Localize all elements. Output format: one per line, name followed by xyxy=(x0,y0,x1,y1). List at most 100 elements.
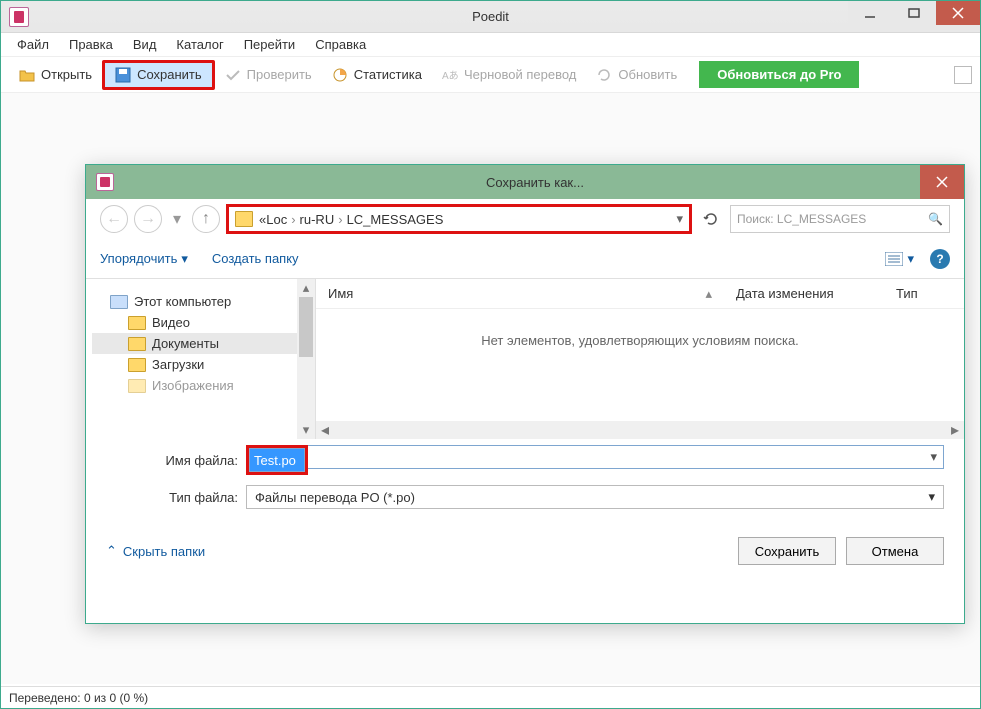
computer-icon xyxy=(110,295,128,309)
chevron-down-icon: ▾ xyxy=(928,489,935,505)
folder-tree: Этот компьютер Видео Документы Загрузки … xyxy=(86,279,316,439)
history-dropdown[interactable]: ▾ xyxy=(168,209,186,229)
upgrade-pro-button[interactable]: Обновиться до Pro xyxy=(699,61,859,88)
draft-icon: Aあ xyxy=(442,67,458,83)
menu-file[interactable]: Файл xyxy=(7,35,59,54)
tree-item-downloads[interactable]: Загрузки xyxy=(92,354,309,375)
refresh-icon xyxy=(596,67,612,83)
open-button[interactable]: Открыть xyxy=(9,63,102,87)
col-type[interactable]: Тип xyxy=(884,286,964,301)
scroll-thumb[interactable] xyxy=(299,297,313,357)
save-dialog: Сохранить как... ← → ▾ ↑ « Loc› ru-RU› L… xyxy=(85,164,965,624)
command-row: Упорядочить ▾ Создать папку ▾ ? xyxy=(86,239,964,279)
search-input[interactable]: Поиск: LC_MESSAGES 🔍 xyxy=(730,205,950,233)
filename-input[interactable] xyxy=(249,448,305,472)
folder-icon xyxy=(128,358,146,372)
hide-folders-label: Скрыть папки xyxy=(123,544,205,559)
col-name[interactable]: Имя▴ xyxy=(316,286,724,302)
menu-view[interactable]: Вид xyxy=(123,35,167,54)
check-button[interactable]: Проверить xyxy=(215,63,322,87)
dialog-title: Сохранить как... xyxy=(96,175,974,190)
organize-dropdown[interactable]: Упорядочить ▾ xyxy=(100,251,188,267)
filename-label: Имя файла: xyxy=(106,453,246,468)
folder-icon xyxy=(128,316,146,330)
bc-2[interactable]: ru-RU xyxy=(300,212,335,227)
status-text: Переведено: 0 из 0 (0 %) xyxy=(9,691,148,705)
tree-item-documents[interactable]: Документы xyxy=(92,333,309,354)
sort-icon: ▴ xyxy=(705,286,712,302)
draft-label: Черновой перевод xyxy=(464,67,576,82)
minimize-button[interactable] xyxy=(848,1,892,25)
folder-icon xyxy=(128,337,146,351)
sidebar-toggle[interactable] xyxy=(954,66,972,84)
filetype-value: Файлы перевода PO (*.po) xyxy=(255,490,415,505)
tree-scrollbar[interactable]: ▴ ▾ xyxy=(297,279,315,439)
update-label: Обновить xyxy=(618,67,677,82)
refresh-button[interactable] xyxy=(698,206,724,232)
menu-edit[interactable]: Правка xyxy=(59,35,123,54)
chevron-up-icon: ⌃ xyxy=(106,543,117,559)
back-button[interactable]: ← xyxy=(100,205,128,233)
bc-3[interactable]: LC_MESSAGES xyxy=(347,212,444,227)
forward-button[interactable]: → xyxy=(134,205,162,233)
check-icon xyxy=(225,67,241,83)
save-label: Сохранить xyxy=(137,67,202,82)
pie-icon xyxy=(332,67,348,83)
filename-row: Имя файла: ▾ xyxy=(86,439,964,479)
horizontal-scrollbar[interactable]: ◂ ▸ xyxy=(316,421,964,439)
hide-folders-button[interactable]: ⌃ Скрыть папки xyxy=(106,543,205,559)
empty-message: Нет элементов, удовлетворяющих условиям … xyxy=(316,309,964,348)
tree-item-pc[interactable]: Этот компьютер xyxy=(92,291,309,312)
folder-open-icon xyxy=(19,67,35,83)
up-button[interactable]: ↑ xyxy=(192,205,220,233)
menu-go[interactable]: Перейти xyxy=(234,35,306,54)
stats-button[interactable]: Статистика xyxy=(322,63,432,87)
titlebar: Poedit xyxy=(1,1,980,33)
scroll-left-icon[interactable]: ◂ xyxy=(316,420,334,440)
toolbar: Открыть Сохранить Проверить Статистика A… xyxy=(1,57,980,93)
open-label: Открыть xyxy=(41,67,92,82)
dialog-titlebar: Сохранить как... xyxy=(86,165,964,199)
breadcrumb[interactable]: « Loc› ru-RU› LC_MESSAGES ▾ xyxy=(226,204,692,234)
filename-combo-arrow[interactable]: ▾ xyxy=(308,445,944,469)
draft-button[interactable]: Aあ Черновой перевод xyxy=(432,63,586,87)
help-button[interactable]: ? xyxy=(930,249,950,269)
filetype-select[interactable]: Файлы перевода PO (*.po) ▾ xyxy=(246,485,944,509)
app-title: Poedit xyxy=(1,9,980,24)
menu-catalog[interactable]: Каталог xyxy=(166,35,233,54)
dialog-app-icon xyxy=(96,173,114,191)
menubar: Файл Правка Вид Каталог Перейти Справка xyxy=(1,33,980,57)
save-icon xyxy=(115,67,131,83)
scroll-up-icon[interactable]: ▴ xyxy=(297,279,315,297)
menu-help[interactable]: Справка xyxy=(305,35,376,54)
new-folder-button[interactable]: Создать папку xyxy=(212,251,299,266)
svg-text:Aあ: Aあ xyxy=(442,70,458,82)
chevron-down-icon: ▾ xyxy=(181,251,188,267)
chevron-down-icon[interactable]: ▾ xyxy=(676,211,683,227)
dialog-close-button[interactable] xyxy=(920,165,964,199)
save-button[interactable]: Сохранить xyxy=(102,60,215,90)
cancel-button[interactable]: Отмена xyxy=(846,537,944,565)
tree-item-images[interactable]: Изображения xyxy=(92,375,309,396)
stats-label: Статистика xyxy=(354,67,422,82)
statusbar: Переведено: 0 из 0 (0 %) xyxy=(1,686,980,708)
window-controls xyxy=(848,1,980,25)
close-button[interactable] xyxy=(936,1,980,25)
pro-label: Обновиться до Pro xyxy=(717,67,841,82)
list-icon xyxy=(885,252,903,266)
file-list: Имя▴ Дата изменения Тип Нет элементов, у… xyxy=(316,279,964,439)
filetype-row: Тип файла: Файлы перевода PO (*.po) ▾ xyxy=(86,479,964,513)
bc-1[interactable]: Loc xyxy=(266,212,287,227)
save-button[interactable]: Сохранить xyxy=(738,537,836,565)
col-date[interactable]: Дата изменения xyxy=(724,286,884,301)
scroll-down-icon[interactable]: ▾ xyxy=(297,421,315,439)
maximize-button[interactable] xyxy=(892,1,936,25)
folder-icon xyxy=(128,379,146,393)
check-label: Проверить xyxy=(247,67,312,82)
dialog-body: Этот компьютер Видео Документы Загрузки … xyxy=(86,279,964,439)
tree-item-video[interactable]: Видео xyxy=(92,312,309,333)
new-folder-label: Создать папку xyxy=(212,251,299,266)
view-mode-dropdown[interactable]: ▾ xyxy=(885,251,914,267)
scroll-right-icon[interactable]: ▸ xyxy=(946,420,964,440)
update-button[interactable]: Обновить xyxy=(586,63,687,87)
